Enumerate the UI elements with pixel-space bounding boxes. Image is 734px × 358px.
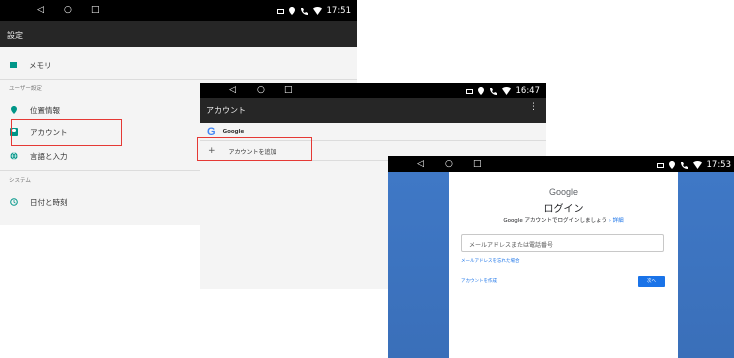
settings-item-label: 日付と時刻 xyxy=(30,197,68,207)
status-icons: 17:51 xyxy=(276,6,352,16)
login-subtitle-row: Google アカウントでログインしましょう › 詳細 xyxy=(449,216,678,224)
chevron-right-icon: › xyxy=(608,218,611,224)
back-nav-button[interactable]: ◁ xyxy=(417,160,424,169)
email-placeholder: メールアドレスまたは電話番号 xyxy=(469,242,554,249)
home-nav-button[interactable]: ○ xyxy=(64,6,72,15)
location-icon xyxy=(288,7,295,15)
login-card: Google ログイン Google アカウントでログインしましょう › 詳細 … xyxy=(449,172,678,358)
next-button[interactable]: 次へ xyxy=(638,276,665,287)
login-heading: ログイン xyxy=(543,204,584,215)
home-nav-button[interactable]: ○ xyxy=(257,86,265,95)
background-panel-right xyxy=(678,172,734,358)
details-link[interactable]: 詳細 xyxy=(613,218,624,224)
section-header-system: システム xyxy=(9,178,31,184)
status-time: 17:51 xyxy=(326,6,352,16)
memory-icon xyxy=(10,62,17,68)
background-panel-left xyxy=(388,172,449,358)
settings-item-memory[interactable]: メモリ xyxy=(0,54,357,76)
recent-nav-button[interactable]: □ xyxy=(91,6,100,15)
wifi-icon xyxy=(501,87,511,95)
recent-nav-button[interactable]: □ xyxy=(473,160,482,169)
back-nav-button[interactable]: ◁ xyxy=(229,86,236,95)
phone-icon xyxy=(300,8,308,15)
wifi-icon xyxy=(692,161,702,169)
notification-icon xyxy=(465,88,473,94)
notification-icon xyxy=(276,8,284,14)
phone-icon xyxy=(489,88,497,95)
account-item-label: Google xyxy=(222,129,245,135)
recent-nav-button[interactable]: □ xyxy=(284,86,293,95)
location-pin-icon xyxy=(11,106,17,114)
status-icons: 16:47 xyxy=(465,86,541,96)
google-login-screen: ◁ ○ □ 17:53 Google ログイン Google アカウントでログイ… xyxy=(388,156,734,358)
globe-icon xyxy=(10,152,18,160)
create-account-link[interactable]: アカウントを作成 xyxy=(461,278,497,284)
settings-item-label: 位置情報 xyxy=(30,105,60,115)
highlight-box-account xyxy=(11,119,122,146)
app-bar: 設定 xyxy=(0,21,357,47)
app-bar: アカウント ⋮ xyxy=(200,98,546,123)
status-icons: 17:53 xyxy=(656,160,732,170)
overflow-menu-button[interactable]: ⋮ xyxy=(529,102,538,112)
system-bar: ◁ ○ □ 16:47 xyxy=(200,83,546,98)
location-icon xyxy=(477,87,484,95)
phone-icon xyxy=(680,162,688,169)
login-subtitle: Google アカウントでログインしましょう xyxy=(503,218,607,224)
page-title: アカウント xyxy=(206,106,246,115)
status-time: 17:53 xyxy=(706,160,732,170)
system-bar: ◁ ○ □ 17:51 xyxy=(0,0,357,21)
system-bar: ◁ ○ □ 17:53 xyxy=(388,156,734,172)
back-nav-button[interactable]: ◁ xyxy=(37,6,44,15)
home-nav-button[interactable]: ○ xyxy=(445,160,453,169)
highlight-box-add-account xyxy=(197,137,312,161)
wifi-icon xyxy=(312,7,322,15)
settings-item-label: 言語と入力 xyxy=(30,151,68,161)
settings-item-label: メモリ xyxy=(29,60,52,70)
email-input[interactable]: メールアドレスまたは電話番号 xyxy=(461,234,664,252)
status-time: 16:47 xyxy=(515,86,541,96)
clock-icon xyxy=(10,198,18,206)
location-icon xyxy=(668,161,675,169)
section-header-user: ユーザー設定 xyxy=(9,86,42,92)
notification-icon xyxy=(656,162,664,168)
page-title: 設定 xyxy=(7,31,23,40)
divider xyxy=(0,79,357,80)
forgot-email-link[interactable]: メールアドレスを忘れた場合 xyxy=(461,258,520,264)
google-logo: Google xyxy=(548,187,579,197)
